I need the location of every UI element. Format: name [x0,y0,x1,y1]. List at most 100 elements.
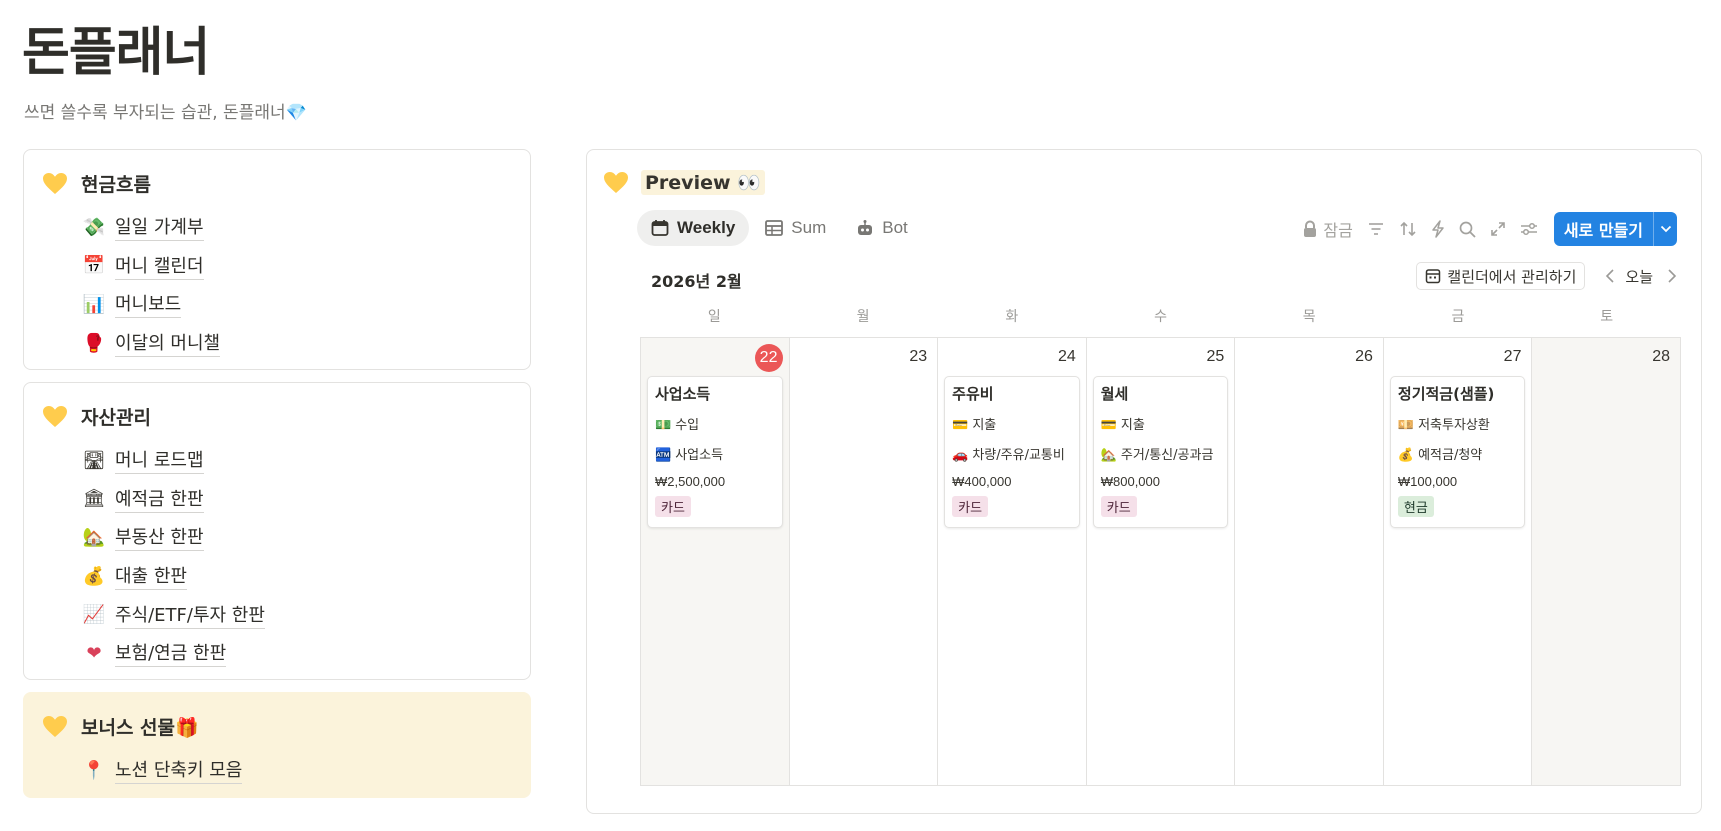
link-label[interactable]: 예적금 한판 [115,485,204,513]
link-label[interactable]: 머니보드 [115,290,182,319]
payment-tag: 카드 [655,496,691,517]
link-label[interactable]: 일일 가계부 [115,213,204,242]
event-type: 💳 지출 [952,414,1072,433]
link-label[interactable]: 이달의 머니챌 [115,329,221,358]
link-label[interactable]: 노션 단축키 모음 [115,756,243,785]
filter-icon [1368,223,1383,235]
event-type: 💴 저축투자상환 [1398,414,1518,433]
expand-button[interactable] [1490,221,1506,237]
link-savings[interactable]: 🏛 예적금 한판 [82,480,265,519]
tab-sum[interactable]: Sum [751,210,840,246]
bank-icon: 🏛 [82,488,106,510]
weekday-label: 수 [1154,309,1167,325]
yellow-heart-icon [43,172,67,194]
automation-button[interactable] [1431,220,1445,238]
event-category: 🏡 주거/통신/공과금 [1101,444,1221,463]
event-type: 💵 수입 [655,414,775,433]
weekday-label: 목 [1302,309,1316,325]
link-insurance[interactable]: ❤ 보험/연금 한판 [82,634,265,673]
link-money-board[interactable]: 📊 머니보드 [82,285,220,324]
day-cell[interactable]: 27 정기적금(샘플) 💴 저축투자상환 💰 예적금/청약 ₩100,000 현금 [1384,338,1533,785]
filter-button[interactable] [1367,222,1385,236]
search-button[interactable] [1459,221,1476,238]
event-category-label: 예적금/청약 [1418,448,1483,463]
tab-weekly[interactable]: Weekly [637,210,750,246]
link-label[interactable]: 대출 한판 [115,562,187,591]
event-type-label: 수입 [675,418,700,433]
event-category-label: 사업소득 [675,448,724,463]
event-category-label: 차량/주유/교통비 [972,448,1065,463]
link-label[interactable]: 머니 캘린더 [115,252,204,280]
tab-label: Weekly [677,218,736,237]
tab-bot[interactable]: Bot [842,210,922,246]
day-number: 26 [1355,348,1373,365]
boxing-glove-icon: 🥊 [82,332,106,354]
event-title: 사업소득 [655,385,711,403]
link-money-calendar[interactable]: 📅 머니 캘린더 [82,247,220,286]
event-card[interactable]: 사업소득 💵 수입 🏧 사업소득 ₩2,500,000 카드 [647,376,783,528]
type-emoji-icon: 💵 [655,418,672,433]
lightning-icon [1432,220,1444,238]
link-real-estate[interactable]: 🏡 부동산 한판 [82,518,265,557]
bonus-links: 📍 노션 단축키 모음 [82,751,243,790]
manage-in-calendar-button[interactable]: 캘린더에서 관리하기 [1416,262,1586,290]
payment-tag: 카드 [952,496,989,517]
calendar-icon [651,220,669,236]
table-icon [765,220,784,236]
chevron-right-icon[interactable] [1667,268,1677,284]
new-button-label[interactable]: 새로 만들기 [1554,212,1653,246]
day-cell[interactable]: 22 사업소득 💵 수입 🏧 사업소득 ₩2,500,000 카드 [641,338,790,785]
event-type-label: 저축투자상환 [1418,418,1490,433]
cashflow-card: 현금흐름 💸 일일 가계부 📅 머니 캘린더 📊 머니보드 🥊 이달의 머니챌 [23,149,531,370]
link-stocks[interactable]: 📈 주식/ETF/투자 한판 [82,595,265,634]
search-icon [1459,221,1476,238]
event-amount: ₩800,000 [1100,474,1160,489]
event-amount: ₩2,500,000 [655,474,726,489]
day-cell[interactable]: 25 월세 💳 지출 🏡 주거/통신/공과금 ₩800,000 카드 [1087,338,1236,785]
link-label[interactable]: 주식/ETF/투자 한판 [115,601,265,629]
event-amount: ₩100,000 [1397,474,1458,489]
event-card[interactable]: 정기적금(샘플) 💴 저축투자상환 💰 예적금/청약 ₩100,000 현금 [1389,376,1526,528]
cashflow-links: 💸 일일 가계부 📅 머니 캘린더 📊 머니보드 🥊 이달의 머니챌 [82,208,221,363]
settings-button[interactable] [1520,221,1538,237]
asset-title: 자산관리 [81,407,151,429]
cashflow-title: 현금흐름 [81,174,151,196]
today-button[interactable]: 오늘 [1625,266,1653,287]
asset-card-header: 자산관리 [42,403,151,430]
link-money-roadmap[interactable]: 🛣 머니 로드맵 [82,441,265,480]
new-button[interactable]: 새로 만들기 [1553,212,1677,246]
link-label[interactable]: 머니 로드맵 [115,446,204,475]
new-button-dropdown[interactable] [1653,212,1677,246]
day-cell[interactable]: 23 [790,338,939,785]
event-card[interactable]: 월세 💳 지출 🏡 주거/통신/공과금 ₩800,000 카드 [1092,376,1229,528]
link-notion-shortcuts[interactable]: 📍 노션 단축키 모음 [82,751,243,790]
heart-icon: ❤ [86,642,102,664]
category-emoji-icon: 🚗 [952,448,969,463]
lock-button[interactable]: 잠금 [1302,217,1353,241]
bot-icon [858,220,873,235]
money-bag-icon: 💰 [82,565,106,587]
asset-card: 자산관리 🛣 머니 로드맵 🏛 예적금 한판 🏡 부동산 한판 💰 대출 한판 📈 주식/… [23,382,531,680]
yellow-heart-icon [604,171,628,193]
sort-button[interactable] [1399,221,1417,237]
link-loans[interactable]: 💰 대출 한판 [82,557,265,596]
event-category: 🏧 사업소득 [655,444,775,463]
event-card[interactable]: 주유비 💳 지출 🚗 차량/주유/교통비 ₩400,000 카드 [944,376,1080,528]
payment-tag: 현금 [1397,496,1434,517]
chevron-left-icon[interactable] [1605,268,1615,284]
day-cell[interactable]: 28 [1532,338,1682,785]
event-type-label: 지출 [1120,418,1145,433]
link-monthly-challenge[interactable]: 🥊 이달의 머니챌 [82,324,221,363]
link-daily-ledger[interactable]: 💸 일일 가계부 [82,208,220,247]
event-type: 💳 지출 [1101,414,1221,433]
day-cell[interactable]: 26 [1235,338,1384,785]
view-toolbar: 잠금 새로 만들기 [1288,212,1677,246]
chart-increasing-icon: 📈 [82,604,106,626]
link-label[interactable]: 부동산 한판 [115,523,204,552]
event-type-label: 지출 [972,418,997,433]
day-cell[interactable]: 24 주유비 💳 지출 🚗 차량/주유/교통비 ₩400,000 카드 [938,338,1087,785]
link-label[interactable]: 보험/연금 한판 [115,639,227,668]
weekday-label: 화 [1005,309,1019,325]
day-number: 27 [1503,348,1522,365]
weekday-label: 금 [1451,309,1465,325]
